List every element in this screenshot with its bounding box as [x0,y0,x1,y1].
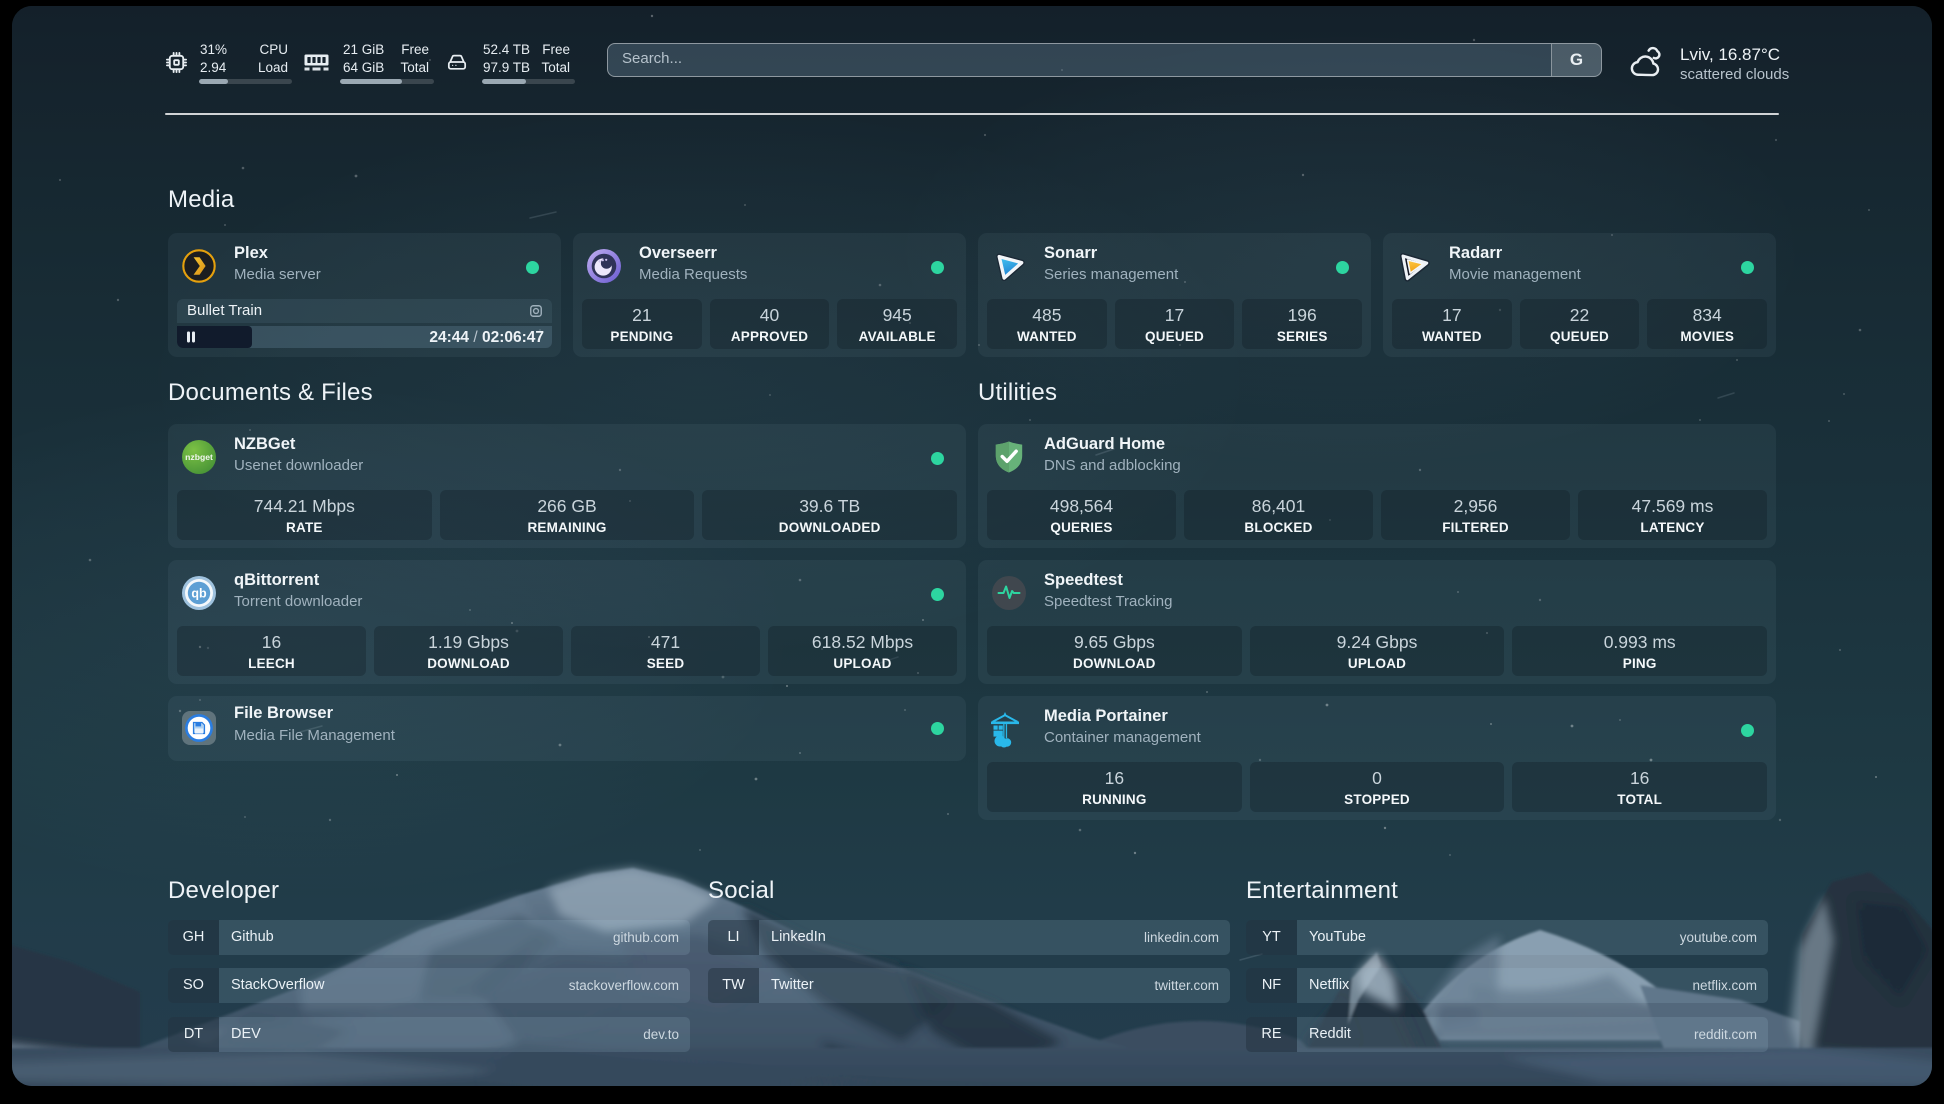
svg-text:qb: qb [191,587,207,601]
svg-text:nzbget: nzbget [185,452,213,462]
